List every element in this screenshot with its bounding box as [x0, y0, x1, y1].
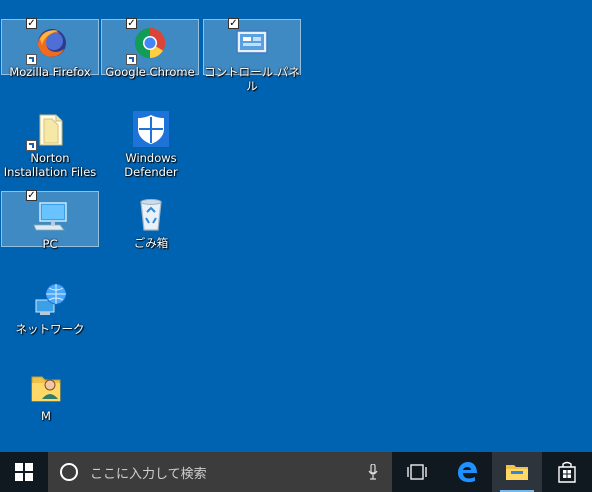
- desktop-icon-label: コントロール パネル: [204, 65, 300, 93]
- selection-checkbox[interactable]: ✓: [228, 18, 239, 29]
- desktop-icon-label: PC: [42, 237, 58, 251]
- chrome-icon-wrap: ✓: [126, 18, 170, 65]
- search-placeholder: ここに入力して検索: [90, 466, 207, 482]
- file-explorer-icon: [506, 465, 528, 480]
- desktop-icon-network[interactable]: ネットワーク: [1, 277, 99, 336]
- desktop-icon-label: Mozilla Firefox: [9, 65, 91, 79]
- network-icon: [35, 283, 67, 315]
- desktop-icon-label: M: [41, 409, 51, 423]
- desktop-icon-label: ごみ箱: [133, 236, 169, 250]
- desktop-icon-label: Google Chrome: [105, 65, 195, 79]
- desktop-icon-recycle-bin[interactable]: ごみ箱: [102, 191, 200, 250]
- desktop-icon-norton-folder[interactable]: Norton Installation Files: [1, 106, 99, 179]
- folder-icon-wrap: [26, 109, 70, 151]
- pc-icon-wrap: ✓: [26, 190, 70, 235]
- shield-icon-wrap: [131, 109, 171, 149]
- firefox-icon-wrap: ✓: [26, 18, 70, 65]
- store-taskbar-button[interactable]: [542, 452, 592, 492]
- recycle-bin-icon-wrap: [131, 194, 171, 234]
- microphone-button[interactable]: [362, 464, 384, 480]
- task-view-button[interactable]: [392, 452, 442, 492]
- desktop-icon-chrome[interactable]: ✓ Google Chrome: [101, 18, 199, 79]
- user-folder-icon-wrap: [26, 367, 66, 407]
- task-view-icon: [407, 464, 427, 480]
- edge-taskbar-button[interactable]: [442, 452, 492, 492]
- start-button[interactable]: [0, 452, 48, 492]
- taskbar: ここに入力して検索: [0, 452, 592, 492]
- user-folder-icon: [31, 376, 61, 402]
- control-panel-icon: [236, 30, 268, 54]
- selection-checkbox[interactable]: ✓: [26, 18, 37, 29]
- windows-start-icon: [15, 463, 33, 481]
- desktop-icon-pc[interactable]: ✓ PC: [1, 190, 99, 251]
- cortana-icon: [60, 463, 78, 481]
- selection-checkbox[interactable]: ✓: [26, 190, 37, 201]
- desktop-icon-windows-defender[interactable]: Windows Defender: [102, 106, 200, 179]
- shortcut-arrow-icon: [126, 54, 137, 65]
- pc-icon: [33, 202, 67, 231]
- shortcut-arrow-icon: [26, 54, 37, 65]
- desktop-icon-control-panel[interactable]: ✓ コントロール パネル: [203, 18, 301, 93]
- shield-icon: [133, 111, 169, 147]
- desktop-icon-user-folder[interactable]: M: [0, 364, 95, 423]
- desktop-icon-label: ネットワーク: [15, 322, 85, 336]
- control-panel-icon-wrap: ✓: [228, 18, 272, 63]
- taskbar-search-box[interactable]: ここに入力して検索: [48, 452, 392, 492]
- recycle-bin-icon: [140, 199, 162, 231]
- desktop: ✓ Mozilla Firefox ✓ Google Chrome ✓ コントロ…: [0, 0, 592, 452]
- desktop-icon-firefox[interactable]: ✓ Mozilla Firefox: [1, 18, 99, 79]
- desktop-icon-label: Norton Installation Files: [3, 151, 97, 179]
- desktop-icon-label: Windows Defender: [124, 151, 178, 179]
- network-icon-wrap: [30, 280, 70, 320]
- microphone-icon: [368, 464, 378, 480]
- file-explorer-taskbar-button[interactable]: [492, 452, 542, 492]
- edge-icon: [458, 462, 477, 483]
- shortcut-arrow-icon: [26, 140, 37, 151]
- store-icon: [558, 461, 576, 483]
- selection-checkbox[interactable]: ✓: [126, 18, 137, 29]
